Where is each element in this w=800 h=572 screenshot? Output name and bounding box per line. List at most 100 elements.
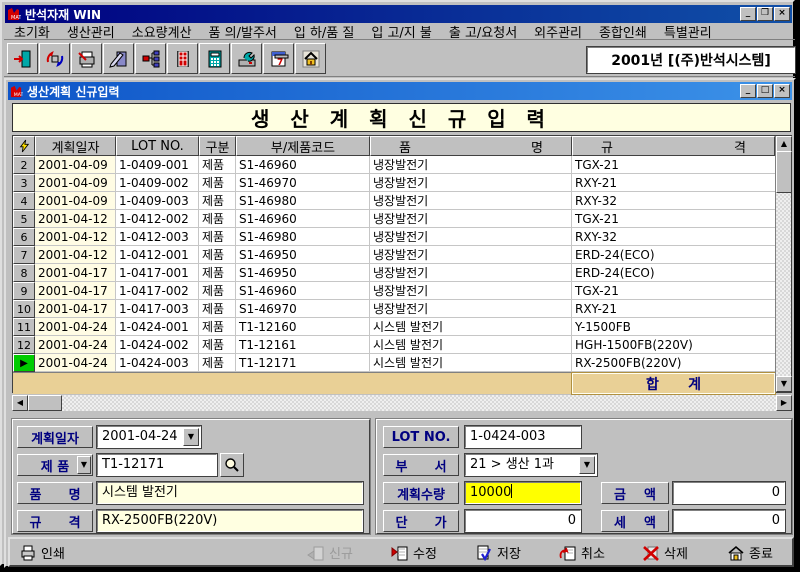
cell-product-name[interactable]: 냉장발전기 bbox=[370, 192, 572, 210]
row-number-cell[interactable]: 11 bbox=[13, 318, 35, 336]
cell-type[interactable]: 제품 bbox=[199, 228, 236, 246]
table-row[interactable]: 9 2001-04-17 1-0417-002 제품 S1-46960 냉장발전… bbox=[13, 282, 775, 300]
scroll-right-button[interactable]: ▶ bbox=[776, 395, 792, 411]
cell-plan-date[interactable]: 2001-04-09 bbox=[35, 174, 116, 192]
cell-product-code[interactable]: S1-46970 bbox=[236, 174, 370, 192]
plan-date-combobox[interactable]: 2001-04-24 ▼ bbox=[97, 426, 201, 448]
table-row[interactable]: 8 2001-04-17 1-0417-001 제품 S1-46950 냉장발전… bbox=[13, 264, 775, 282]
cancel-button[interactable]: 취소 bbox=[556, 541, 608, 564]
cell-product-code[interactable]: S1-46960 bbox=[236, 210, 370, 228]
cell-lot-no[interactable]: 1-0409-003 bbox=[116, 192, 199, 210]
minimize-button[interactable]: _ bbox=[740, 7, 756, 21]
vertical-scroll-thumb[interactable] bbox=[776, 151, 792, 193]
product-search-button[interactable] bbox=[220, 453, 244, 477]
cell-plan-date[interactable]: 2001-04-09 bbox=[35, 192, 116, 210]
menu-item-order[interactable]: 품 의/발주서 bbox=[209, 22, 277, 41]
cell-lot-no[interactable]: 1-0409-002 bbox=[116, 174, 199, 192]
cell-lot-no[interactable]: 1-0417-001 bbox=[116, 264, 199, 282]
table-row[interactable]: 4 2001-04-09 1-0409-003 제품 S1-46980 냉장발전… bbox=[13, 192, 775, 210]
table-row[interactable]: ▶ 2001-04-24 1-0424-003 제품 T1-12171 시스템 … bbox=[13, 354, 775, 372]
menu-item-print-all[interactable]: 종합인쇄 bbox=[599, 22, 647, 41]
edit-button[interactable]: 수정 bbox=[388, 541, 440, 564]
cell-product-name[interactable]: 시스템 발전기 bbox=[370, 318, 572, 336]
cell-product-name[interactable]: 냉장발전기 bbox=[370, 156, 572, 174]
scroll-up-button[interactable]: ▲ bbox=[776, 136, 792, 152]
cell-type[interactable]: 제품 bbox=[199, 318, 236, 336]
cell-type[interactable]: 제품 bbox=[199, 156, 236, 174]
header-plan-date[interactable]: 계획일자 bbox=[35, 136, 116, 156]
cell-spec[interactable]: TGX-21 bbox=[572, 210, 775, 228]
menu-item-special[interactable]: 특별관리 bbox=[664, 22, 712, 41]
print-button[interactable]: 인쇄 bbox=[16, 541, 68, 564]
cell-lot-no[interactable]: 1-0412-001 bbox=[116, 246, 199, 264]
cell-product-name[interactable]: 냉장발전기 bbox=[370, 228, 572, 246]
cell-lot-no[interactable]: 1-0412-003 bbox=[116, 228, 199, 246]
cell-product-code[interactable]: S1-46980 bbox=[236, 228, 370, 246]
toolbar-calendar-button[interactable]: 7 bbox=[263, 43, 294, 74]
row-number-cell[interactable]: 4 bbox=[13, 192, 35, 210]
restore-button[interactable]: ❐ bbox=[757, 7, 773, 21]
row-number-cell[interactable]: 6 bbox=[13, 228, 35, 246]
plan-qty-input[interactable]: 10000 bbox=[465, 482, 581, 504]
cell-spec[interactable]: RXY-21 bbox=[572, 300, 775, 318]
cell-spec[interactable]: TGX-21 bbox=[572, 156, 775, 174]
row-number-cell[interactable]: 10 bbox=[13, 300, 35, 318]
table-row[interactable]: 5 2001-04-12 1-0412-002 제품 S1-46960 냉장발전… bbox=[13, 210, 775, 228]
cell-plan-date[interactable]: 2001-04-17 bbox=[35, 264, 116, 282]
product-type-dropdown-icon[interactable]: ▼ bbox=[77, 456, 91, 474]
row-number-cell[interactable]: 5 bbox=[13, 210, 35, 228]
cell-lot-no[interactable]: 1-0424-002 bbox=[116, 336, 199, 354]
horizontal-scroll-track[interactable] bbox=[62, 395, 776, 411]
lot-no-input[interactable]: 1-0424-003 bbox=[465, 426, 581, 448]
toolbar-home-button[interactable] bbox=[295, 43, 326, 74]
horizontal-scroll-thumb[interactable] bbox=[28, 395, 62, 411]
menu-item-outsourcing[interactable]: 외주관리 bbox=[534, 22, 582, 41]
cell-type[interactable]: 제품 bbox=[199, 264, 236, 282]
cell-type[interactable]: 제품 bbox=[199, 192, 236, 210]
plan-date-dropdown-icon[interactable]: ▼ bbox=[183, 428, 199, 446]
cell-lot-no[interactable]: 1-0424-003 bbox=[116, 354, 199, 372]
row-number-cell[interactable]: ▶ bbox=[13, 354, 35, 372]
toolbar-exit-button[interactable] bbox=[7, 43, 38, 74]
tax-field[interactable]: 0 bbox=[673, 510, 785, 532]
table-row[interactable]: 3 2001-04-09 1-0409-002 제품 S1-46970 냉장발전… bbox=[13, 174, 775, 192]
cell-plan-date[interactable]: 2001-04-24 bbox=[35, 318, 116, 336]
row-number-cell[interactable]: 12 bbox=[13, 336, 35, 354]
toolbar-print-button[interactable] bbox=[71, 43, 102, 74]
cell-type[interactable]: 제품 bbox=[199, 246, 236, 264]
cell-spec[interactable]: ERD-24(ECO) bbox=[572, 246, 775, 264]
amount-field[interactable]: 0 bbox=[673, 482, 785, 504]
cell-plan-date[interactable]: 2001-04-24 bbox=[35, 336, 116, 354]
cell-type[interactable]: 제품 bbox=[199, 336, 236, 354]
cell-product-name[interactable]: 시스템 발전기 bbox=[370, 336, 572, 354]
scroll-down-button[interactable]: ▼ bbox=[776, 376, 792, 392]
product-code-input[interactable]: T1-12171 bbox=[97, 454, 217, 476]
cell-lot-no[interactable]: 1-0424-001 bbox=[116, 318, 199, 336]
cell-plan-date[interactable]: 2001-04-12 bbox=[35, 210, 116, 228]
toolbar-refresh-button[interactable] bbox=[39, 43, 70, 74]
cell-product-name[interactable]: 시스템 발전기 bbox=[370, 354, 572, 372]
row-number-cell[interactable]: 7 bbox=[13, 246, 35, 264]
cell-plan-date[interactable]: 2001-04-17 bbox=[35, 300, 116, 318]
cell-spec[interactable]: RXY-21 bbox=[572, 174, 775, 192]
cell-spec[interactable]: Y-1500FB bbox=[572, 318, 775, 336]
cell-type[interactable]: 제품 bbox=[199, 354, 236, 372]
toolbar-machine-button[interactable] bbox=[231, 43, 262, 74]
scroll-left-button[interactable]: ◀ bbox=[12, 395, 28, 411]
cell-type[interactable]: 제품 bbox=[199, 210, 236, 228]
cell-product-code[interactable]: S1-46950 bbox=[236, 246, 370, 264]
unit-price-input[interactable]: 0 bbox=[465, 510, 581, 532]
cell-product-code[interactable]: S1-46960 bbox=[236, 156, 370, 174]
cell-lot-no[interactable]: 1-0409-001 bbox=[116, 156, 199, 174]
product-type-combobox[interactable]: 제 품 ▼ bbox=[17, 454, 93, 476]
new-button[interactable]: 신규 bbox=[304, 541, 356, 564]
table-row[interactable]: 11 2001-04-24 1-0424-001 제품 T1-12160 시스템… bbox=[13, 318, 775, 336]
menu-item-receipt-payment[interactable]: 입 고/지 불 bbox=[371, 22, 432, 41]
header-product-name[interactable]: 품명 bbox=[370, 136, 572, 156]
cell-product-name[interactable]: 냉장발전기 bbox=[370, 282, 572, 300]
cell-product-code[interactable]: S1-46980 bbox=[236, 192, 370, 210]
cell-plan-date[interactable]: 2001-04-24 bbox=[35, 354, 116, 372]
table-row[interactable]: 10 2001-04-17 1-0417-003 제품 S1-46970 냉장발… bbox=[13, 300, 775, 318]
dialog-minimize-button[interactable]: _ bbox=[740, 84, 756, 98]
department-combobox[interactable]: 21 > 생산 1과 ▼ bbox=[465, 454, 597, 476]
